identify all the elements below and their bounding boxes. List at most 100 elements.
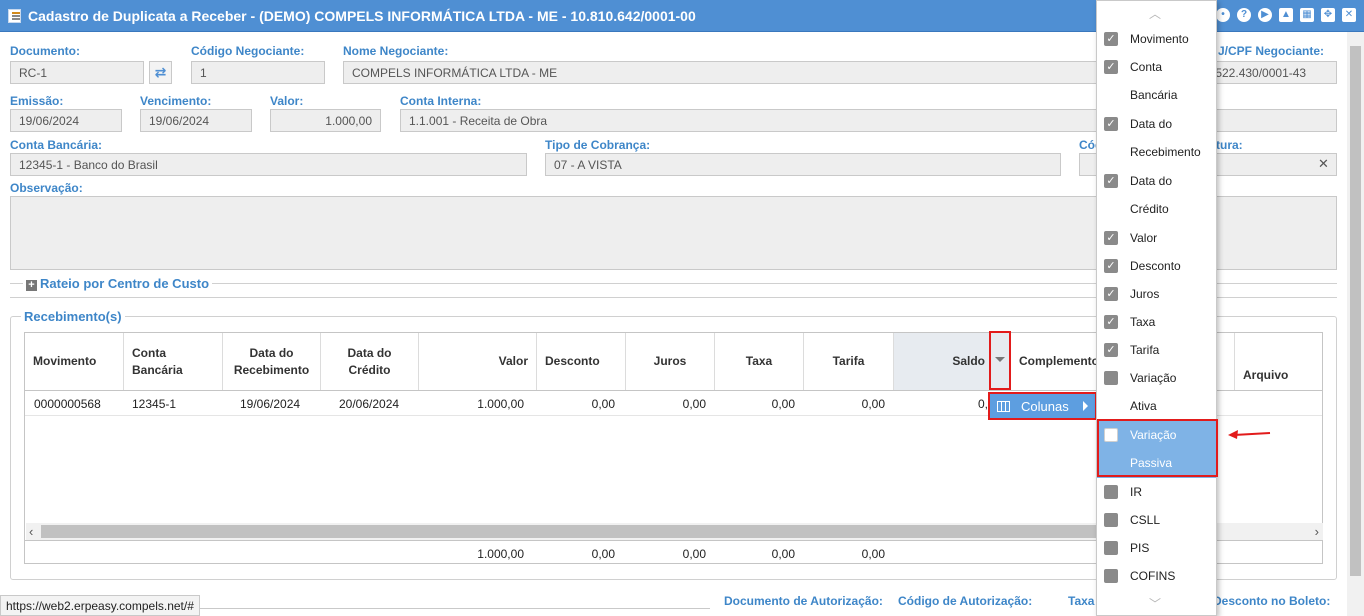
column-option-label: Movimento <box>1130 32 1189 46</box>
refresh-icon[interactable]: ⇄ <box>149 61 172 84</box>
column-header-conta-bancaria[interactable]: Conta Bancária <box>124 333 223 390</box>
total-tarifa: 0,00 <box>861 547 885 561</box>
total-juros: 0,00 <box>682 547 706 561</box>
checkbox-checked-icon[interactable]: ✓ <box>1104 315 1118 329</box>
desconto-boleto-label: Desconto no Boleto: <box>1213 594 1331 608</box>
checkbox-unchecked-icon[interactable] <box>1104 485 1118 499</box>
column-option-csll[interactable]: CSLL <box>1097 506 1216 534</box>
colunas-menu-item[interactable]: Colunas <box>988 392 1097 420</box>
column-option-juros[interactable]: ✓ Juros <box>1097 280 1216 308</box>
vertical-scrollbar[interactable] <box>1347 32 1364 616</box>
column-option-pis[interactable]: PIS <box>1097 534 1216 562</box>
scroll-left-icon[interactable]: ‹ <box>29 524 33 539</box>
checkbox-checked-icon[interactable]: ✓ <box>1104 32 1118 46</box>
tipo-cobranca-field[interactable]: 07 - A VISTA <box>545 153 1061 176</box>
checkbox-checked-icon[interactable]: ✓ <box>1104 343 1118 357</box>
recebimentos-legend: Recebimento(s) <box>21 309 125 324</box>
column-header-taxa[interactable]: Taxa <box>715 333 804 390</box>
total-desconto: 0,00 <box>591 547 615 561</box>
column-option-label: Variação <box>1130 371 1177 385</box>
column-header-tarifa[interactable]: Tarifa <box>804 333 894 390</box>
cell-tarifa: 0,00 <box>861 397 885 411</box>
conta-bancaria-field[interactable]: 12345-1 - Banco do Brasil <box>10 153 527 176</box>
emissao-field[interactable]: 19/06/2024 <box>10 109 122 132</box>
column-option-data-do-crédito[interactable]: ✓ Data do Crédito <box>1097 167 1216 224</box>
column-option-label: PIS <box>1130 541 1150 555</box>
column-header-movimento[interactable]: Movimento <box>25 333 124 390</box>
checkbox-unchecked-icon[interactable] <box>1104 371 1118 385</box>
checkbox-unchecked-icon[interactable] <box>1104 513 1118 527</box>
cnpj-label: J/CPF Negociante: <box>1218 44 1325 58</box>
valor-field[interactable]: 1.000,00 <box>270 109 381 132</box>
column-option-taxa[interactable]: ✓ Taxa <box>1097 308 1216 336</box>
documento-label: Documento: <box>10 44 80 58</box>
column-option-label: Data do <box>1130 117 1173 131</box>
vertical-scrollbar-thumb[interactable] <box>1350 46 1361 576</box>
clear-icon[interactable]: ✕ <box>1318 156 1329 172</box>
checkbox-checked-icon[interactable]: ✓ <box>1104 231 1118 245</box>
column-header-data-recebimento[interactable]: Data do Recebimento <box>223 333 321 390</box>
column-option-conta-bancária[interactable]: ✓ Conta Bancária <box>1097 53 1216 110</box>
scrollbar-thumb[interactable] <box>41 525 1096 538</box>
scroll-down-icon[interactable]: ﹀ <box>1149 595 1161 612</box>
column-option-movimento[interactable]: ✓ Movimento <box>1097 25 1216 53</box>
column-option-desconto[interactable]: ✓ Desconto <box>1097 252 1216 280</box>
annotation-arrow-icon <box>1228 430 1271 439</box>
checkbox-checked-icon[interactable]: ✓ <box>1104 117 1118 131</box>
codigo-negociante-field[interactable]: 1 <box>191 61 325 84</box>
column-option-label: Juros <box>1130 287 1160 301</box>
column-option-label: CSLL <box>1130 513 1161 527</box>
expand-icon[interactable]: ✥ <box>1321 8 1335 22</box>
column-option-ir[interactable]: IR <box>1097 478 1216 506</box>
checkbox-unchecked-icon[interactable] <box>1104 569 1118 583</box>
cell-taxa: 0,00 <box>771 397 795 411</box>
checkbox-checked-icon[interactable]: ✓ <box>1104 174 1118 188</box>
titlebar-icons: • ? ▶ ▲ ▦ ✥ ✕ <box>1216 8 1356 22</box>
variacao-passiva-highlight <box>1097 419 1218 477</box>
column-option-cofins[interactable]: COFINS <box>1097 562 1216 590</box>
emissao-label: Emissão: <box>10 94 64 108</box>
checkbox-checked-icon[interactable]: ✓ <box>1104 60 1118 74</box>
cell-juros: 0,00 <box>682 397 706 411</box>
column-header-data-credito[interactable]: Data do Crédito <box>321 333 419 390</box>
cnpj-field[interactable]: .522.430/0001-43 <box>1205 61 1337 84</box>
column-header-complemento[interactable]: Complemento <box>1011 333 1101 390</box>
total-valor: 1.000,00 <box>477 547 524 561</box>
column-option-label-line2: Ativa <box>1130 399 1157 413</box>
checkbox-unchecked-icon[interactable] <box>1104 541 1118 555</box>
checkbox-checked-icon[interactable]: ✓ <box>1104 287 1118 301</box>
rateio-toggle[interactable]: + Rateio por Centro de Custo <box>23 276 213 291</box>
scroll-up-icon[interactable]: ︿ <box>1149 5 1161 22</box>
documento-field[interactable]: RC-1 <box>10 61 144 84</box>
column-header-juros[interactable]: Juros <box>626 333 715 390</box>
vencimento-field[interactable]: 19/06/2024 <box>140 109 252 132</box>
column-option-label: IR <box>1130 485 1142 499</box>
cell-saldo: 0, <box>978 397 989 411</box>
column-header-saldo[interactable]: Saldo <box>894 333 991 390</box>
column-option-data-do-recebimento[interactable]: ✓ Data do Recebimento <box>1097 110 1216 167</box>
scroll-right-icon[interactable]: › <box>1315 524 1319 539</box>
bell-icon[interactable]: ▲ <box>1279 8 1293 22</box>
column-header-arquivo[interactable]: Arquivo <box>1234 333 1322 390</box>
column-option-valor[interactable]: ✓ Valor <box>1097 224 1216 252</box>
edit-document-icon <box>8 9 21 23</box>
column-header-desconto[interactable]: Desconto <box>537 333 626 390</box>
column-menu-trigger[interactable] <box>989 331 1011 390</box>
calendar-icon[interactable]: ▦ <box>1300 8 1314 22</box>
checkbox-checked-icon[interactable]: ✓ <box>1104 259 1118 273</box>
column-option-label: COFINS <box>1130 569 1176 583</box>
help-icon[interactable]: ? <box>1237 8 1251 22</box>
cell-valor: 1.000,00 <box>477 397 524 411</box>
column-option-label-line2: Crédito <box>1130 202 1169 216</box>
conta-interna-label: Conta Interna: <box>400 94 482 108</box>
codigo-negociante-label: Código Negociante: <box>191 44 305 58</box>
expand-plus-icon: + <box>26 280 37 291</box>
column-option-tarifa[interactable]: ✓ Tarifa <box>1097 336 1216 364</box>
play-icon[interactable]: ▶ <box>1258 8 1272 22</box>
settings-icon[interactable]: • <box>1216 8 1230 22</box>
column-header-valor[interactable]: Valor <box>419 333 537 390</box>
documento-autorizacao-label: Documento de Autorização: <box>724 594 883 608</box>
nome-negociante-field[interactable]: COMPELS INFORMÁTICA LTDA - ME <box>343 61 1103 84</box>
close-icon[interactable]: ✕ <box>1342 8 1356 22</box>
column-option-variação-ativa[interactable]: Variação Ativa <box>1097 364 1216 421</box>
